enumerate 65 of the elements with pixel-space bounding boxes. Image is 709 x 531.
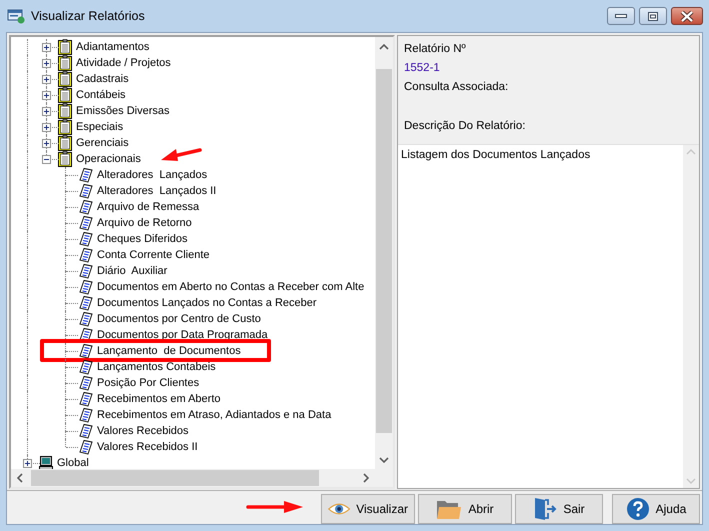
minimize-button[interactable] [607,7,635,25]
tree-item[interactable]: Arquivo de Remessa [97,198,200,216]
expand-icon[interactable] [42,74,51,84]
tree-item[interactable]: Contábeis [76,86,126,104]
folder-icon [436,498,462,520]
app-icon [7,8,25,24]
expand-icon[interactable] [42,90,51,100]
collapse-icon[interactable] [42,154,51,164]
tree-item[interactable]: Cadastrais [76,70,129,88]
tree-item[interactable]: Valores Recebidos [97,422,189,440]
close-icon [680,10,694,22]
tree-item[interactable]: Alteradores Lançados II [97,182,216,200]
tree-item[interactable]: Especiais [76,118,124,136]
scroll-right-icon[interactable] [363,473,369,483]
tree-item[interactable]: Posição Por Clientes [97,374,200,392]
help-icon [626,497,650,521]
tree-item[interactable]: Documentos em Aberto no Contas a Receber com Alte [97,278,364,296]
tree-item[interactable]: Cheques Diferidos [97,230,188,248]
tree-item[interactable]: Adiantamentos [76,38,150,56]
annotation-arrow [246,500,304,514]
annotation-arrow [160,146,202,164]
tree-item[interactable]: Documentos Lançados no Contas a Receber [97,294,317,312]
tree-item[interactable]: Global [57,454,89,469]
maximize-button[interactable] [639,7,667,25]
tree-item[interactable]: Arquivo de Retorno [97,214,192,232]
maximize-icon [648,12,658,20]
expand-icon[interactable] [42,138,51,148]
minimize-icon [615,13,627,19]
tree-item[interactable]: Diário Auxiliar [97,262,168,280]
scroll-up-icon[interactable] [379,44,389,50]
action-button[interactable]: Visualizar [321,494,415,524]
window-title: Visualizar Relatórios [31,8,145,25]
expand-icon[interactable] [42,122,51,132]
tree-item[interactable]: Recebimentos em Aberto [97,390,221,408]
tree-item[interactable]: Valores Recebidos II [97,438,198,456]
field-label: Descrição Do Relatório: [403,119,526,134]
exit-door-icon [533,497,558,521]
action-button[interactable]: Sair [515,494,603,524]
tree-item[interactable]: Documentos por Data Programada [97,326,268,344]
expand-icon[interactable] [42,42,51,52]
tree-item[interactable]: Atividade / Projetos [76,54,171,72]
tree-item[interactable]: Lançamento de Documentos [97,342,241,360]
tree-item[interactable]: Recebimentos em Atraso, Adiantados e na Data [97,406,332,424]
tree-item[interactable]: Documentos por Centro de Custo [97,310,261,328]
field-label: Relatório Nº [403,42,467,57]
description-box[interactable]: Listagem dos Documentos Lançados [398,145,683,488]
description-text: Listagem dos Documentos Lançados [401,149,590,161]
action-button[interactable]: Abrir [418,494,512,524]
scroll-thumb[interactable] [376,69,392,433]
expand-icon[interactable] [42,106,51,116]
tree-item[interactable]: Emissões Diversas [76,102,170,120]
close-button[interactable] [671,7,703,25]
tree-item[interactable]: Alteradores Lançados [97,166,208,184]
expand-icon[interactable] [23,458,32,468]
tree-item[interactable]: Conta Corrente Cliente [97,246,210,264]
scroll-thumb[interactable] [31,470,319,486]
scroll-down-icon[interactable] [379,457,389,463]
field-label: Consulta Associada: [403,80,510,95]
action-button[interactable]: Ajuda [612,494,700,524]
expand-icon[interactable] [42,58,51,68]
scroll-left-icon[interactable] [17,473,23,483]
tree-item[interactable]: Operacionais [76,150,141,168]
report-number: 1552-1 [403,61,441,76]
tree-item[interactable]: Gerenciais [76,134,129,152]
tree-item[interactable]: Lançamentos Contabeis [97,358,216,376]
